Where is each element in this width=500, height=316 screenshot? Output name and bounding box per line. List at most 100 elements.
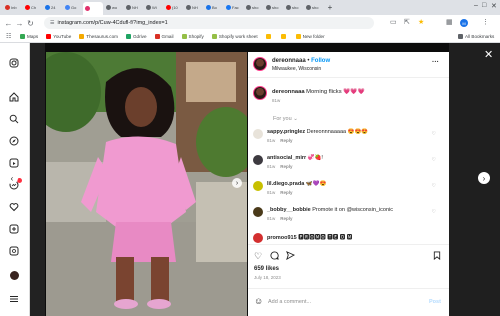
maximize-icon[interactable]: □ (482, 2, 486, 9)
home-icon[interactable] (8, 91, 20, 103)
threads-icon[interactable] (8, 245, 20, 257)
bookmark-item[interactable]: Thesaurus.com (79, 34, 118, 39)
close-icon[interactable]: ✕ (484, 48, 493, 61)
commenter-username[interactable]: antisocial_mirr (267, 155, 306, 161)
back-icon[interactable]: ← (3, 19, 14, 28)
divider (248, 288, 449, 289)
bookmark-item[interactable] (265, 34, 273, 39)
browser-tab[interactable]: Fac (224, 2, 243, 13)
browser-tab[interactable]: Ch (23, 2, 42, 13)
commenter-avatar[interactable] (253, 233, 263, 243)
reply-button[interactable]: Reply (280, 216, 292, 221)
browser-tab[interactable]: wo (104, 2, 123, 13)
site-info-icon[interactable]: ☰ (50, 20, 54, 26)
bookmark-item[interactable]: Gmail (154, 34, 174, 39)
notifications-heart-icon[interactable] (8, 201, 20, 213)
reels-icon[interactable] (8, 157, 20, 169)
browser-tab[interactable]: Go (63, 2, 82, 13)
bookmark-item[interactable]: Shopify work sheet (211, 34, 258, 39)
all-bookmarks-button[interactable]: All Bookmarks (458, 34, 494, 39)
for-you-toggle[interactable]: For you ⌄ (273, 116, 298, 122)
commenter-username[interactable]: _bobby__bobbie (267, 207, 311, 213)
forward-icon[interactable]: → (14, 19, 25, 28)
commenter-avatar[interactable] (253, 129, 263, 139)
comment-like-heart-icon[interactable]: ♡ (432, 157, 436, 163)
browser-tab[interactable]: sho (264, 2, 283, 13)
browser-tab[interactable]: NH (124, 2, 143, 13)
cast-icon[interactable]: ▭ (390, 18, 397, 26)
browser-tab[interactable] (83, 2, 103, 15)
create-icon[interactable] (8, 223, 20, 235)
browser-tab[interactable]: sho (244, 2, 263, 13)
bookmark-item[interactable]: New folder (295, 34, 325, 39)
comment-like-heart-icon[interactable]: ♡ (432, 183, 436, 189)
bookmark-favicon-icon (181, 34, 187, 39)
more-menu-icon[interactable] (8, 293, 20, 305)
browser-tab[interactable]: Inb (3, 2, 22, 13)
tab-label: Bo (212, 5, 217, 10)
tab-label: Fac (232, 5, 239, 10)
comment-like-heart-icon[interactable]: ♡ (432, 131, 436, 137)
follow-button[interactable]: Follow (311, 58, 330, 64)
bookmark-item[interactable]: YouTube (46, 34, 71, 39)
tab-favicon-icon (266, 5, 271, 10)
next-post-arrow-icon[interactable]: › (478, 172, 490, 184)
caption-avatar[interactable] (253, 86, 267, 100)
browser-tab[interactable]: 24 (43, 2, 62, 13)
divider (248, 77, 449, 78)
browser-tab[interactable]: Wi (144, 2, 163, 13)
like-heart-icon[interactable]: ♡ (254, 251, 262, 262)
reply-button[interactable]: Reply (280, 138, 292, 143)
commenter-username[interactable]: promoo915 (267, 235, 297, 241)
author-username[interactable]: dereonnaaa (272, 58, 306, 64)
reply-button[interactable]: Reply (280, 164, 292, 169)
comment-like-heart-icon[interactable]: ♡ (432, 209, 436, 215)
tab-label: Ch (31, 5, 37, 10)
new-tab-button[interactable]: + (324, 3, 336, 12)
post-photo[interactable]: › (46, 52, 247, 316)
author-avatar[interactable] (253, 57, 267, 71)
menu-dots-icon[interactable]: ⋮ (482, 18, 489, 26)
commenter-avatar[interactable] (253, 181, 263, 191)
commenter-avatar[interactable] (253, 207, 263, 217)
tab-label: sho (252, 5, 259, 10)
minimize-icon[interactable]: – (474, 2, 478, 9)
post-location[interactable]: Milwaukee, Wisconsin (272, 66, 321, 72)
browser-tab[interactable]: Bo (204, 2, 223, 13)
reload-icon[interactable]: ↻ (25, 19, 36, 28)
profile-avatar[interactable]: M (460, 19, 468, 27)
likes-count[interactable]: 659 likes (254, 266, 279, 272)
explore-icon[interactable] (8, 135, 20, 147)
extensions-icon[interactable]: ▦ (446, 18, 453, 26)
profile-avatar-icon[interactable] (8, 269, 20, 281)
apps-grid-icon[interactable]: ☷ (6, 33, 11, 40)
post-comment-button[interactable]: Post (429, 299, 441, 305)
bookmark-item[interactable]: Maps (20, 34, 38, 39)
comment-input[interactable]: Add a comment... (268, 299, 311, 305)
browser-tab[interactable]: (10 (164, 2, 183, 13)
previous-post-arrow-icon[interactable]: ‹ (6, 172, 18, 184)
browser-tab[interactable]: NH (184, 2, 203, 13)
commenter-username[interactable]: lil.diego.prada (267, 181, 304, 187)
save-bookmark-icon[interactable] (433, 251, 441, 262)
browser-tab[interactable]: sho (304, 2, 323, 13)
search-icon[interactable] (8, 113, 20, 125)
share-icon[interactable]: ⇱ (404, 18, 410, 26)
bookmark-star-icon[interactable]: ★ (418, 18, 424, 26)
address-bar[interactable]: ☰ instagram.com/p/Cuw-4Cdufl-f/?img_inde… (44, 17, 374, 29)
commenter-avatar[interactable] (253, 155, 263, 165)
carousel-next-icon[interactable]: › (232, 178, 242, 188)
instagram-logo-icon[interactable] (8, 57, 20, 69)
commenter-username[interactable]: sappy.pringlez (267, 129, 305, 135)
bookmark-item[interactable]: Gdrive (125, 34, 147, 39)
more-options-icon[interactable]: ··· (432, 59, 439, 66)
bookmark-item[interactable]: Shopify (181, 34, 204, 39)
caption-username[interactable]: dereonnaaa (272, 89, 305, 95)
emoji-icon[interactable]: ☺ (254, 296, 263, 306)
browser-tab[interactable]: sho (284, 2, 303, 13)
reply-button[interactable]: Reply (280, 190, 292, 195)
comment-icon[interactable] (270, 251, 279, 262)
share-icon[interactable] (286, 251, 296, 262)
window-close-icon[interactable]: ✕ (491, 2, 497, 10)
bookmark-item[interactable] (280, 34, 288, 39)
